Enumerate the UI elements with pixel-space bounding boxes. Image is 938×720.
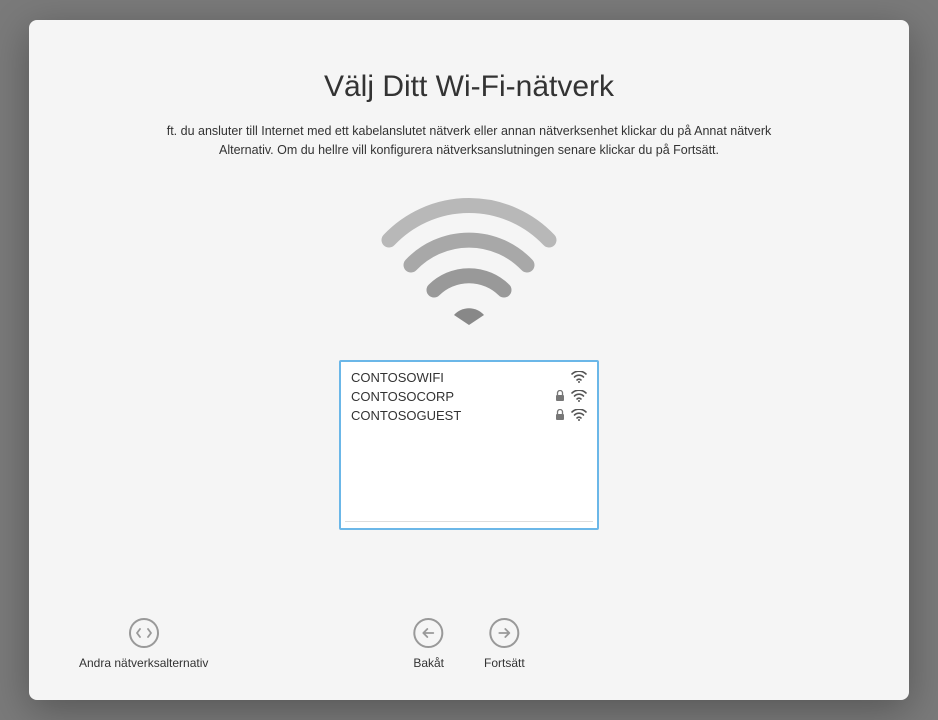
forward-arrow-icon [489, 618, 519, 648]
network-options-icon [129, 618, 159, 648]
wifi-signal-icon [571, 409, 587, 421]
wifi-icon [29, 190, 909, 330]
wifi-signal-icon [571, 371, 587, 383]
lock-icon [555, 390, 565, 402]
back-button[interactable]: Bakåt [413, 618, 444, 670]
setup-assistant-window: Välj Ditt Wi-Fi-nätverk ft. du ansluter … [29, 20, 909, 700]
lock-icon [555, 409, 565, 421]
footer-navigation: Andra nätverksalternativ Bakåt [29, 618, 909, 670]
wifi-signal-icon [571, 390, 587, 402]
back-arrow-icon [414, 618, 444, 648]
back-label: Bakåt [413, 656, 444, 670]
network-name-label: CONTOSOGUEST [351, 408, 555, 423]
wifi-network-list[interactable]: CONTOSOWIFI CONTOSOCORP CONTOSOGUEST [339, 360, 599, 530]
continue-label: Fortsätt [484, 656, 525, 670]
page-title: Välj Ditt Wi-Fi-nätverk [29, 70, 909, 104]
wifi-network-item[interactable]: CONTOSOGUEST [341, 406, 597, 425]
wifi-network-item[interactable]: CONTOSOWIFI [341, 368, 597, 387]
description-text: ft. du ansluter till Internet med ett ka… [29, 122, 909, 160]
continue-button[interactable]: Fortsätt [484, 618, 525, 670]
wifi-network-item[interactable]: CONTOSOCORP [341, 387, 597, 406]
other-network-options-button[interactable]: Andra nätverksalternativ [79, 618, 208, 670]
network-name-label: CONTOSOCORP [351, 389, 555, 404]
other-options-label: Andra nätverksalternativ [79, 656, 208, 670]
network-name-label: CONTOSOWIFI [351, 370, 571, 385]
